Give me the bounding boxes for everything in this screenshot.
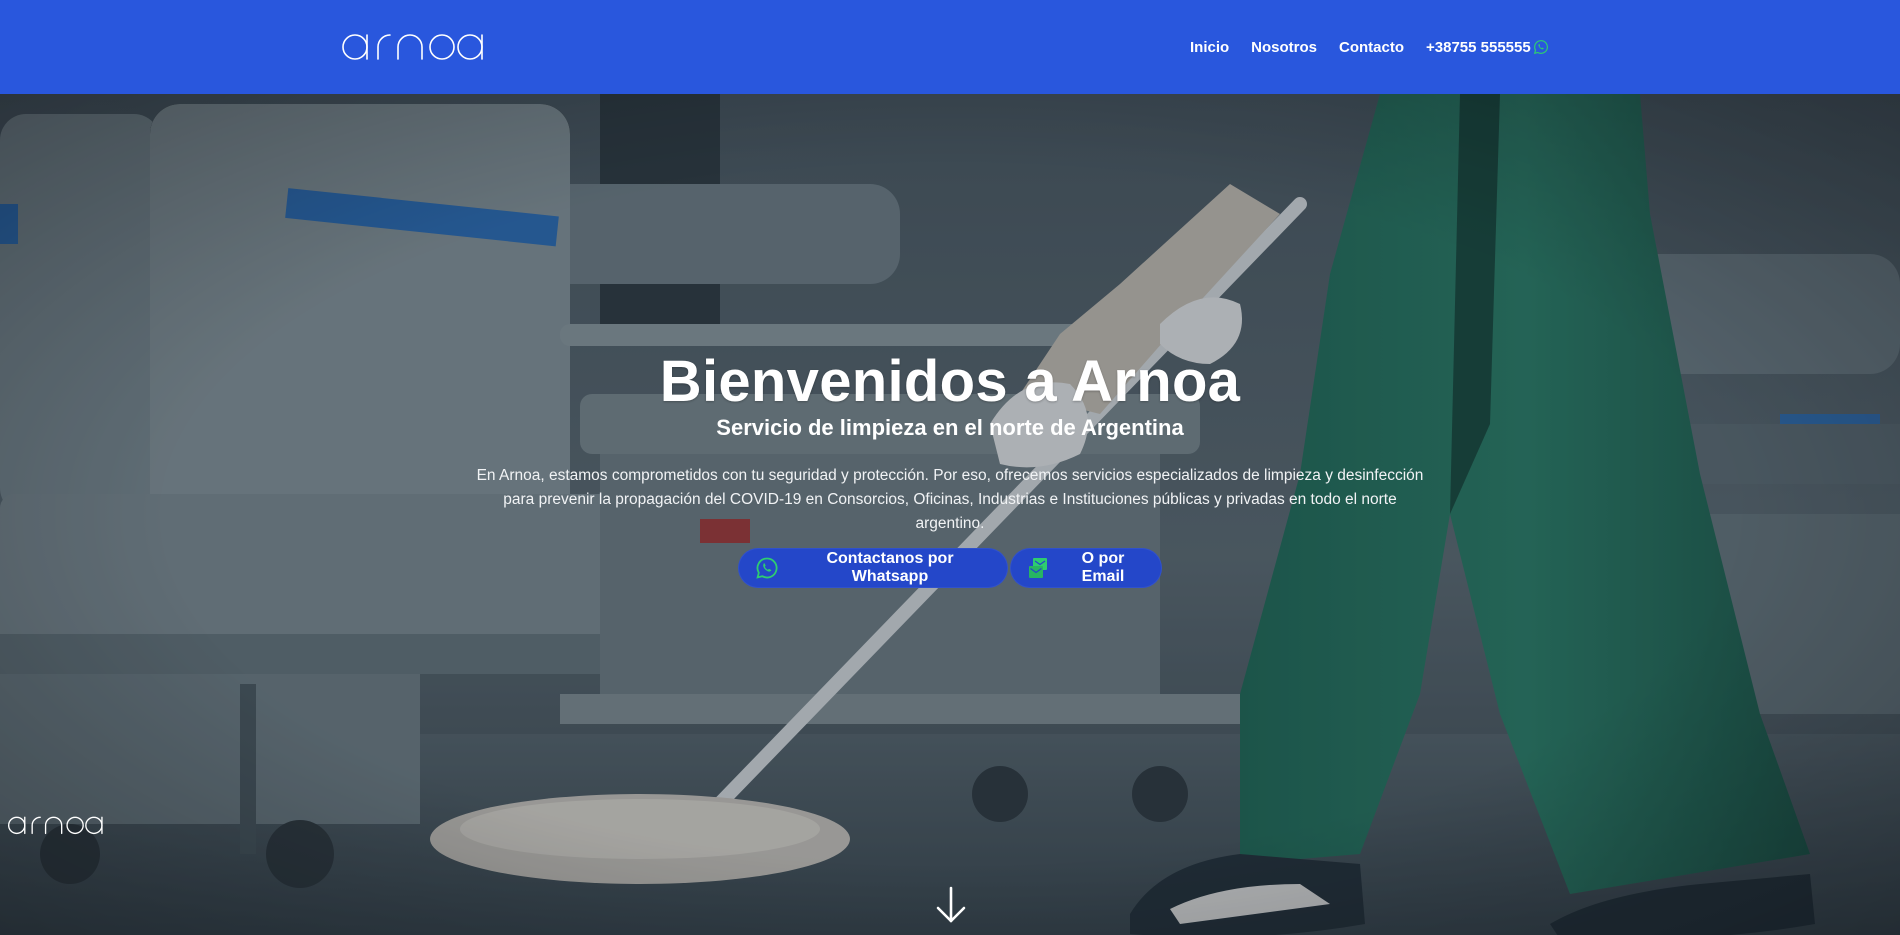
footer-logo: arnoa <box>8 813 110 840</box>
arnoa-logo-icon <box>8 816 103 835</box>
hero-subtitle: Servicio de limpieza en el norte de Arge… <box>716 415 1184 440</box>
hero-title: Bienvenidos a Arnoa <box>659 349 1241 414</box>
hero-buttons: Contactanos por Whatsapp O por Email <box>0 548 1900 588</box>
navbar: arnoa Inicio Nosotros Contacto +38755 55… <box>0 0 1900 94</box>
phone-number: +38755 555555 <box>1426 38 1531 56</box>
main-nav: Inicio Nosotros Contacto +38755 555555 <box>1190 0 1549 94</box>
arrow-down-icon[interactable] <box>934 885 968 925</box>
nav-link-nosotros[interactable]: Nosotros <box>1251 39 1317 56</box>
hero-description: En Arnoa, estamos comprometidos con tu s… <box>476 467 1424 532</box>
email-icon <box>1029 558 1047 578</box>
whatsapp-button-label: Contactanos por Whatsapp <box>826 550 954 585</box>
whatsapp-icon <box>756 557 778 579</box>
hero-content: Bienvenidos a Arnoa Servicio de limpieza… <box>0 348 1900 588</box>
email-button-label: O por Email <box>1081 550 1125 585</box>
hero-section: Bienvenidos a Arnoa Servicio de limpieza… <box>0 94 1900 935</box>
brand-logo[interactable]: arnoa <box>342 24 494 66</box>
whatsapp-icon <box>1533 40 1548 55</box>
nav-link-contacto[interactable]: Contacto <box>1339 39 1404 56</box>
nav-link-phone[interactable]: +38755 555555 <box>1426 39 1549 56</box>
nav-link-inicio[interactable]: Inicio <box>1190 39 1229 56</box>
arnoa-logo-icon <box>342 34 483 60</box>
email-contact-button[interactable]: O por Email <box>1010 548 1162 588</box>
whatsapp-contact-button[interactable]: Contactanos por Whatsapp <box>738 548 1008 588</box>
